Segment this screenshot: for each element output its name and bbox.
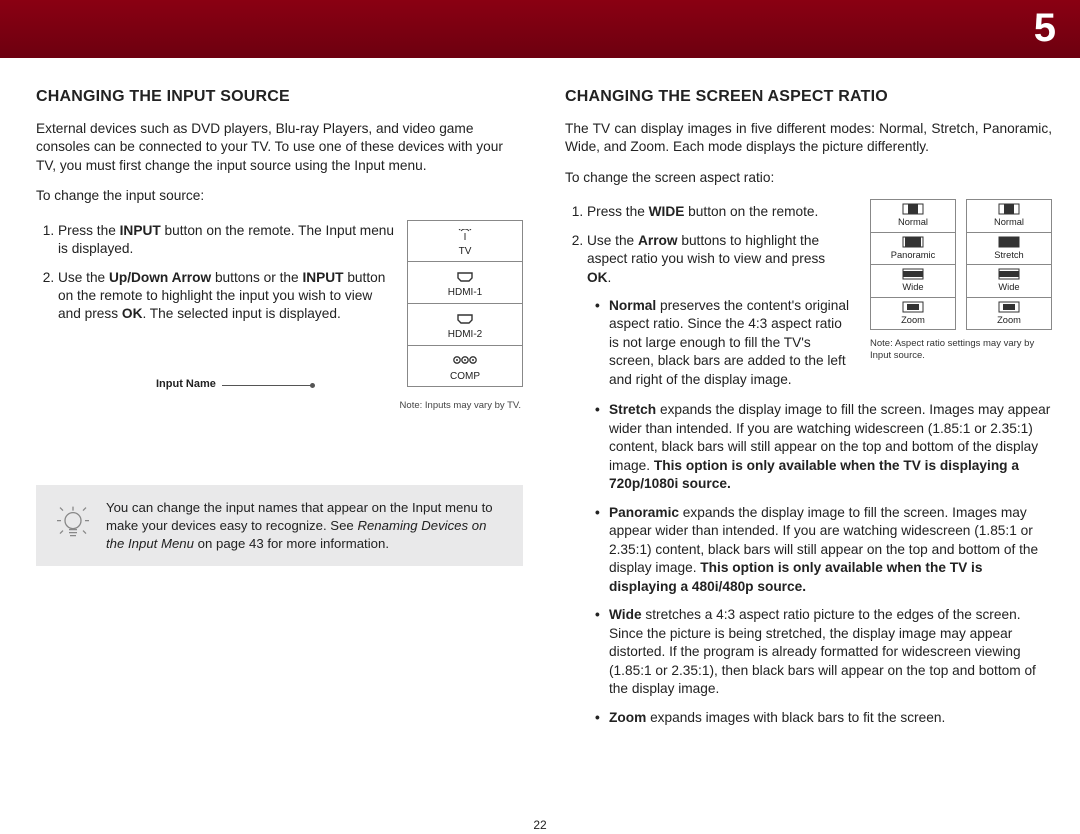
aspect-cell-wide: Wide: [871, 265, 955, 298]
left-column: CHANGING THE INPUT SOURCE External devic…: [36, 86, 523, 737]
right-step-1: Press the WIDE button on the remote.: [587, 203, 850, 221]
lightbulb-icon: [56, 503, 90, 548]
right-step-2: Use the Arrow buttons to highlight the a…: [587, 232, 850, 390]
aspect-cell-stretch: Stretch: [967, 233, 1051, 266]
component-icon: [408, 352, 522, 368]
hdmi-icon: [408, 268, 522, 284]
aspect-table-1: Normal Panoramic Wide Zoom: [870, 199, 956, 330]
aspect-cell-zoom: Zoom: [871, 298, 955, 330]
left-note: Note: Inputs may vary by TV.: [36, 400, 521, 413]
aspect-cell-wide: Wide: [967, 265, 1051, 298]
right-title: CHANGING THE SCREEN ASPECT RATIO: [565, 86, 1052, 108]
input-menu: TV HDMI-1 HDMI-2: [407, 220, 523, 388]
bullet-zoom: Zoom expands images with black bars to f…: [609, 709, 1052, 727]
page-body: CHANGING THE INPUT SOURCE External devic…: [0, 58, 1080, 737]
left-steps: Press the INPUT button on the remote. Th…: [36, 222, 395, 324]
aspect-cell-normal: Normal: [871, 200, 955, 233]
input-name-label: Input Name: [156, 377, 216, 392]
aspect-cell-normal: Normal: [967, 200, 1051, 233]
left-step-2: Use the Up/Down Arrow buttons or the INP…: [58, 269, 395, 324]
input-menu-item-comp: COMP: [408, 346, 522, 387]
left-lead: To change the input source:: [36, 187, 523, 205]
input-menu-item-hdmi1: HDMI-1: [408, 262, 522, 304]
right-steps: Press the WIDE button on the remote. Use…: [565, 203, 850, 389]
input-menu-item-hdmi2: HDMI-2: [408, 304, 522, 346]
right-note: Note: Aspect ratio settings may vary by …: [870, 338, 1050, 362]
tip-box: You can change the input names that appe…: [36, 485, 523, 566]
right-lead: To change the screen aspect ratio:: [565, 169, 1052, 187]
antenna-icon: [408, 227, 522, 243]
bullet-wide: Wide stretches a 4:3 aspect ratio pictur…: [609, 606, 1052, 698]
header-bar: 5: [0, 0, 1080, 58]
input-menu-item-tv: TV: [408, 221, 522, 263]
right-intro: The TV can display images in five differ…: [565, 120, 1052, 157]
hdmi-icon: [408, 310, 522, 326]
right-bullets-cont: Stretch expands the display image to fil…: [565, 401, 1052, 727]
bullet-normal: Normal preserves the content's original …: [609, 297, 850, 389]
aspect-cell-panoramic: Panoramic: [871, 233, 955, 266]
aspect-table-2: Normal Stretch Wide Zoom: [966, 199, 1052, 330]
bullet-panoramic: Panoramic expands the display image to f…: [609, 504, 1052, 596]
chapter-number: 5: [1034, 6, 1056, 51]
footer-page-number: 22: [533, 818, 546, 832]
right-column: CHANGING THE SCREEN ASPECT RATIO The TV …: [565, 86, 1052, 737]
left-step-1: Press the INPUT button on the remote. Th…: [58, 222, 395, 259]
aspect-cell-zoom: Zoom: [967, 298, 1051, 330]
left-title: CHANGING THE INPUT SOURCE: [36, 86, 523, 108]
aspect-tables-wrap: Normal Panoramic Wide Zoom: [870, 199, 1052, 362]
bullet-stretch: Stretch expands the display image to fil…: [609, 401, 1052, 493]
left-intro: External devices such as DVD players, Bl…: [36, 120, 523, 175]
